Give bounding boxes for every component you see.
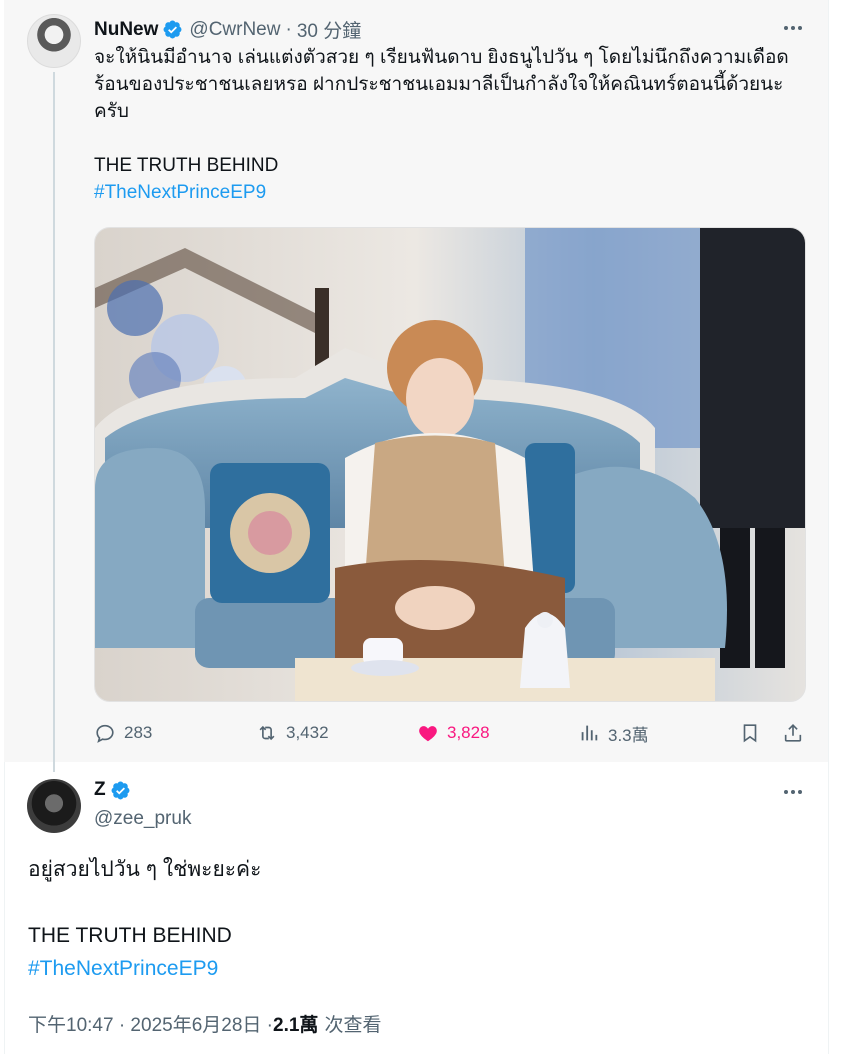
author-name[interactable]: NuNew: [94, 19, 158, 41]
column-border: [828, 0, 829, 1054]
tweet-text-line: ร้อนของประชาชนเลยหรอ ฝากประชาชนเอมมาลีเป…: [94, 74, 784, 95]
like-icon: [419, 726, 437, 742]
view-count: 2.1萬: [273, 1015, 319, 1036]
reply-text: อยู่สวยไปวัน ๆ ใช่พะยะค่ะ THE TRUTH BEHI…: [28, 853, 808, 985]
retweet-button[interactable]: 3,432: [256, 718, 329, 748]
share-button[interactable]: [782, 718, 804, 748]
retweet-icon: [259, 725, 275, 741]
tweet-photo[interactable]: [94, 227, 806, 702]
tweet-text: จะให้นินมีอำนาจ เล่นแต่งตัวสวย ๆ เรียนฟั…: [94, 44, 814, 206]
more-icon[interactable]: [781, 16, 805, 40]
reply-tagline: THE TRUTH BEHIND: [28, 924, 232, 947]
tweet-time[interactable]: 30 分鐘: [297, 16, 361, 43]
like-count: 3,828: [447, 723, 490, 742]
reply-icon: [96, 724, 114, 743]
share-icon: [784, 724, 802, 742]
reply-count: 283: [124, 723, 153, 742]
tweet-tagline: THE TRUTH BEHIND: [94, 155, 279, 176]
bookmark-icon: [743, 724, 757, 743]
views-button[interactable]: 3.3萬: [578, 718, 649, 748]
view-label: 次查看: [324, 1015, 382, 1036]
avatar[interactable]: [27, 14, 81, 68]
hashtag-link[interactable]: #TheNextPrinceEP9: [94, 179, 814, 206]
views-icon: [581, 725, 598, 741]
author-handle[interactable]: @zee_pruk: [94, 808, 191, 830]
tweet-actions: 283 3,432 3,828 3.3萬: [94, 718, 814, 748]
thread-connector: [53, 72, 55, 772]
more-icon[interactable]: [781, 780, 805, 804]
timestamp[interactable]: 下午10:47 · 2025年6月28日 ·: [28, 1010, 273, 1037]
dot-separator: ·: [285, 18, 292, 40]
author-handle[interactable]: @CwrNew: [189, 19, 280, 41]
tweet-text-line: ครับ: [94, 101, 129, 122]
author-name[interactable]: Z: [94, 779, 106, 801]
reply-meta: 下午10:47 · 2025年6月28日 · 2.1萬 次查看: [28, 1010, 381, 1037]
tweet-text-line: จะให้นินมีอำนาจ เล่นแต่งตัวสวย ๆ เรียนฟั…: [94, 47, 789, 68]
hashtag-link[interactable]: #TheNextPrinceEP9: [28, 952, 808, 985]
bookmark-button[interactable]: [739, 718, 761, 748]
photo-illustration: [95, 228, 805, 701]
verified-badge-icon: [163, 20, 182, 39]
views-count: 3.3萬: [608, 725, 649, 745]
column-border-left: [4, 762, 5, 1054]
reply-text-line: อยู่สวยไปวัน ๆ ใช่พะยะค่ะ: [28, 858, 262, 881]
retweet-count: 3,432: [286, 723, 329, 742]
avatar[interactable]: [27, 779, 81, 833]
verified-badge-icon: [111, 781, 130, 799]
like-button[interactable]: 3,828: [417, 718, 490, 748]
reply-header: Z: [94, 779, 131, 801]
reply-button[interactable]: 283: [94, 718, 152, 748]
tweet-header: NuNew @CwrNew · 30 分鐘: [94, 16, 361, 43]
